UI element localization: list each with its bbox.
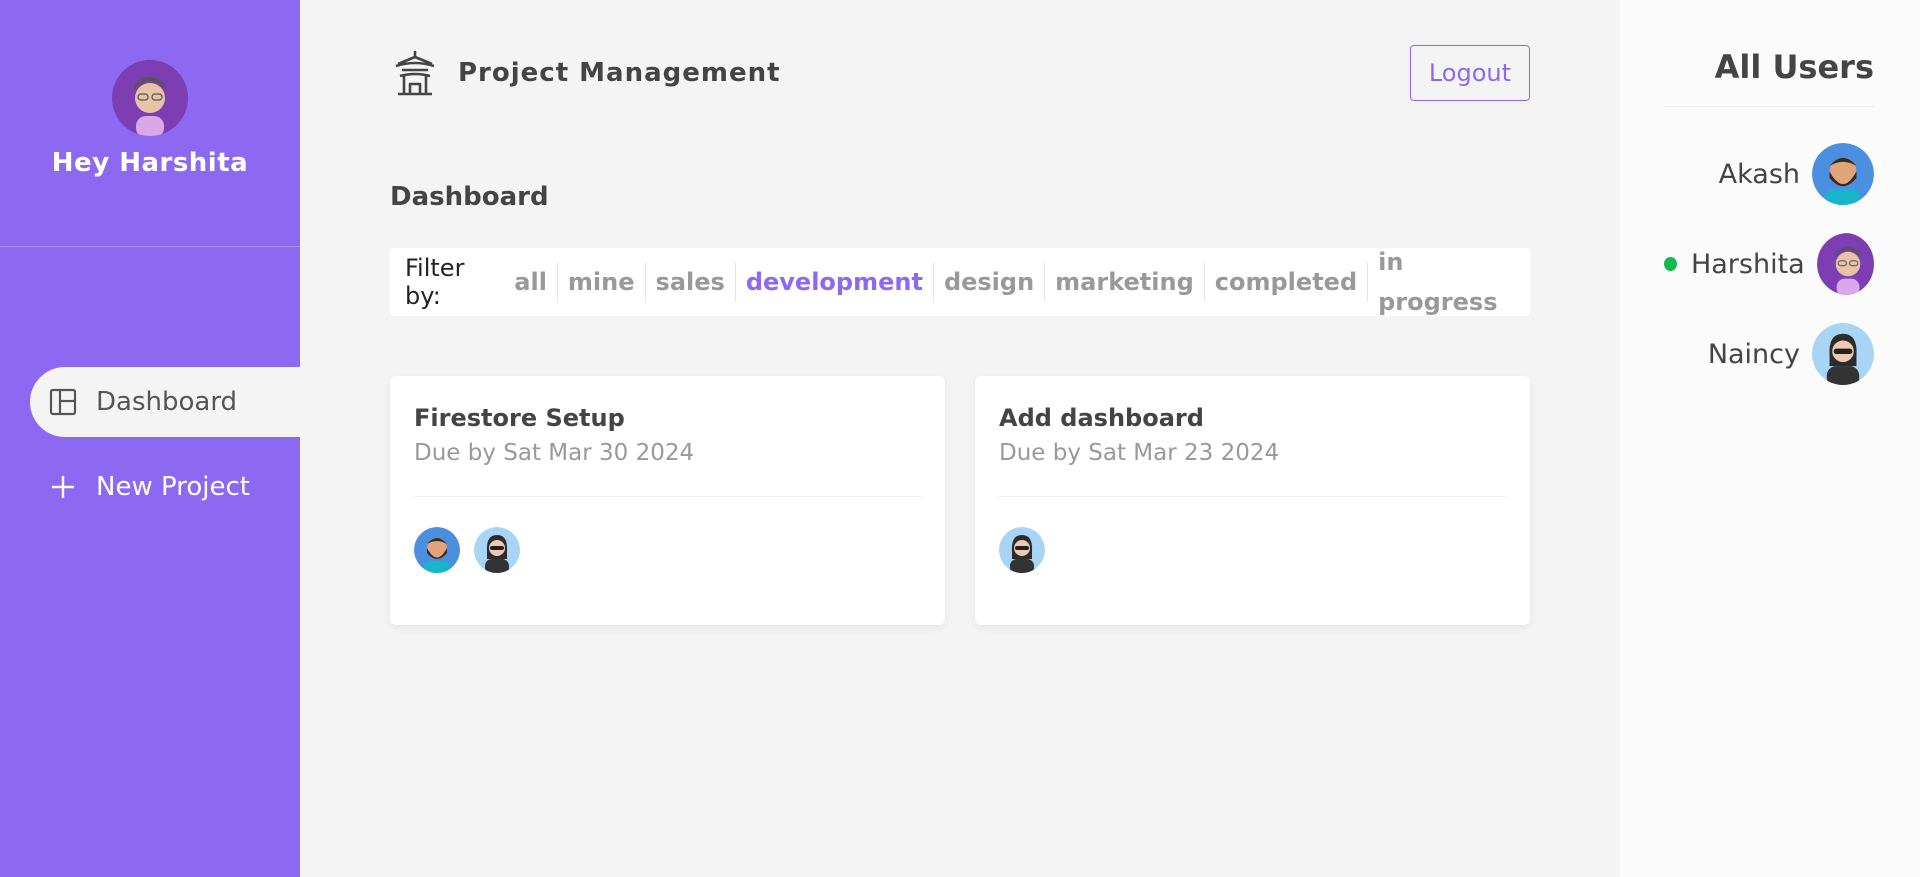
project-title: Firestore Setup (414, 404, 625, 432)
filter-option-all[interactable]: all (504, 262, 558, 302)
sidebar-item-dashboard[interactable]: Dashboard (30, 367, 300, 437)
project-card[interactable]: Firestore Setup Due by Sat Mar 30 2024 (390, 376, 945, 625)
filter-option-development[interactable]: development (736, 262, 934, 302)
project-due-date: Due by Sat Mar 23 2024 (999, 440, 1280, 466)
sidebar-nav: Dashboard New Project (0, 367, 300, 522)
sidebar-item-new-project[interactable]: New Project (30, 452, 300, 522)
filter-option-mine[interactable]: mine (558, 262, 646, 302)
filter-option-completed[interactable]: completed (1205, 262, 1369, 302)
page-title: Dashboard (390, 182, 549, 212)
app-title: Project Management (458, 58, 781, 88)
avatar (999, 527, 1045, 573)
temple-icon (390, 48, 440, 98)
avatar (1812, 323, 1874, 385)
sidebar-item-label: Dashboard (96, 387, 238, 417)
user-name: Harshita (1690, 248, 1805, 280)
assignee-list (414, 527, 921, 573)
users-panel: All Users Akash Harshita Naincy (1620, 0, 1920, 877)
divider (414, 496, 921, 497)
user-name: Akash (1718, 158, 1800, 190)
greeting-text: Hey Harshita (51, 148, 249, 178)
topbar: Project Management Logout (390, 0, 1530, 146)
plus-icon (48, 472, 78, 502)
sidebar-item-label: New Project (96, 472, 250, 502)
project-list: Firestore Setup Due by Sat Mar 30 2024 A… (390, 376, 1530, 625)
avatar (1816, 233, 1874, 295)
filter-option-design[interactable]: design (934, 262, 1046, 302)
user-name: Naincy (1707, 338, 1800, 370)
project-due-date: Due by Sat Mar 30 2024 (414, 440, 695, 466)
avatar (414, 527, 460, 573)
filter-label: Filter by: (405, 254, 465, 310)
filter-option-marketing[interactable]: marketing (1045, 262, 1205, 302)
users-panel-title: All Users (1664, 0, 1874, 107)
dashboard-icon (48, 387, 78, 417)
project-card[interactable]: Add dashboard Due by Sat Mar 23 2024 (975, 376, 1530, 625)
assignee-list (999, 527, 1506, 573)
avatar (1812, 143, 1874, 205)
online-status-indicator (1664, 257, 1677, 271)
user-list-item: Naincy (1664, 309, 1874, 399)
avatar (474, 527, 520, 573)
avatar (112, 60, 188, 136)
project-filter: Filter by: all mine sales development de… (390, 248, 1530, 316)
logout-button[interactable]: Logout (1409, 45, 1530, 101)
filter-option-in-progress[interactable]: in progress (1368, 242, 1515, 322)
sidebar: Hey Harshita Dashboard New Project (0, 0, 300, 877)
user-list-item: Harshita (1664, 219, 1874, 309)
main-content: Project Management Logout Dashboard Filt… (300, 0, 1620, 877)
filter-option-sales[interactable]: sales (646, 262, 736, 302)
project-title: Add dashboard (999, 404, 1204, 432)
divider (999, 496, 1506, 497)
brand: Project Management (390, 48, 781, 98)
user-list-item: Akash (1664, 129, 1874, 219)
sidebar-user-block: Hey Harshita (0, 0, 300, 247)
